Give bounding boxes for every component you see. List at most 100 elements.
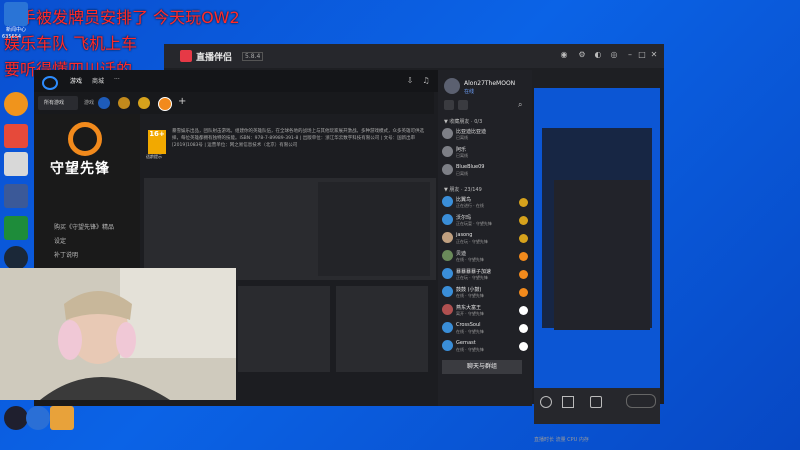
current-user-status[interactable]: 在线 — [464, 88, 474, 95]
nav-more[interactable]: ··· — [114, 76, 120, 83]
avatar — [442, 214, 453, 225]
steam-icon[interactable] — [4, 246, 28, 270]
news-side-placeholder[interactable] — [318, 182, 430, 276]
camera-toggle-icon[interactable] — [590, 396, 602, 408]
tab-games-label[interactable]: 游戏 — [84, 99, 94, 106]
streaming-logo-icon — [180, 50, 192, 62]
mic-icon[interactable]: ◉ — [560, 51, 568, 59]
add-group-icon[interactable] — [458, 100, 468, 110]
speaker-toggle-icon[interactable] — [562, 396, 574, 408]
avatar — [442, 146, 453, 157]
add-friend-icon[interactable] — [444, 100, 454, 110]
avatar — [442, 304, 453, 315]
friend-row[interactable]: CrossSoul 在线 · 守望先锋 — [442, 322, 530, 336]
help-icon[interactable] — [50, 406, 74, 430]
avatar — [442, 250, 453, 261]
streaming-controls — [534, 388, 660, 424]
overwatch-icon — [519, 288, 528, 297]
close-icon[interactable]: ✕ — [650, 51, 658, 59]
desktop-icon-label-1: 新闻中心 — [5, 27, 26, 33]
go-live-button[interactable] — [626, 394, 656, 408]
tab-all-games[interactable]: 所有游戏 — [38, 96, 78, 110]
friend-row[interactable]: 暴暴暴暴子加速 正在玩 · 守望先锋 — [442, 268, 530, 282]
friend-row[interactable]: 比翼鸟 正在进行 · 在线 — [442, 196, 530, 210]
maximize-icon[interactable]: □ — [638, 51, 646, 59]
chat-app-icon[interactable] — [26, 406, 50, 430]
news-card-1[interactable] — [238, 286, 330, 372]
settings-icon[interactable]: ⚙ — [578, 51, 586, 59]
news-card-2[interactable] — [336, 286, 428, 372]
buy-game-link[interactable]: 购买《守望先锋》精品 — [54, 222, 114, 231]
add-tab-icon[interactable]: + — [178, 96, 186, 107]
nav-shop[interactable]: 商城 — [92, 76, 104, 85]
game-icon — [519, 234, 528, 243]
game-tab-icon-3[interactable] — [138, 97, 150, 109]
mic-toggle-icon[interactable] — [540, 396, 552, 408]
streaming-app-version: 5.8.4 — [242, 52, 264, 61]
friend-row[interactable]: 沃尔玛 正在玩耍 · 守望先锋 — [442, 214, 530, 228]
friend-row[interactable]: 阿乐 已离线 — [442, 146, 530, 160]
webcam-person-image — [0, 268, 236, 400]
client-logo-icon[interactable] — [42, 76, 58, 90]
overwatch-icon — [519, 270, 528, 279]
avatar — [442, 196, 453, 207]
overwatch-icon — [519, 306, 528, 315]
tab-all-games-label: 所有游戏 — [44, 100, 65, 106]
skin-icon[interactable]: ◎ — [610, 51, 618, 59]
favorites-section-header[interactable]: ▼ 收藏朋友 · 0/3 — [444, 118, 482, 125]
desktop-icon-4[interactable] — [4, 152, 28, 176]
minimize-icon[interactable]: – — [626, 51, 634, 59]
search-icon[interactable]: ⌕ — [518, 100, 522, 110]
game-tab-icon-2[interactable] — [118, 97, 130, 109]
friend-row[interactable]: 贝迪 在线 · 守望先锋 — [442, 250, 530, 264]
bell-icon[interactable]: ♫ — [422, 77, 430, 85]
nav-games[interactable]: 游戏 — [70, 76, 82, 85]
avatar — [442, 322, 453, 333]
friend-row[interactable]: Gernast 在线 · 守望先锋 — [442, 340, 530, 354]
user-avatar[interactable] — [444, 78, 460, 94]
overlay-title-line-1: 三手被发牌员安排了 今天玩OW2 — [4, 8, 240, 27]
desktop-icon-5[interactable] — [4, 184, 28, 208]
overwatch-tab-icon[interactable] — [158, 97, 172, 111]
desktop-icon-6[interactable] — [4, 216, 28, 240]
game-tabs: 所有游戏 游戏 + — [34, 92, 434, 114]
friends-section-header[interactable]: ▼ 朋友 · 23/149 — [444, 186, 482, 193]
overwatch-icon — [519, 342, 528, 351]
overwatch-logo-icon — [68, 122, 102, 156]
settings-link[interactable]: 设定 — [54, 236, 66, 245]
desktop-icon-2[interactable] — [4, 92, 28, 116]
avatar — [442, 286, 453, 297]
user-icon[interactable]: ◐ — [594, 51, 602, 59]
overlay-title-line-2: 娱乐车队 飞机上车 — [4, 34, 138, 53]
patch-notes-link[interactable]: 补丁说明 — [54, 250, 78, 259]
desktop-icon-3[interactable] — [4, 124, 28, 148]
friend-row[interactable]: 燕东大富王 离开 · 守望先锋 — [442, 304, 530, 318]
current-user-name[interactable]: Alon27TheMOON — [464, 80, 515, 87]
overwatch-icon — [519, 252, 528, 261]
game-tab-icon-1[interactable] — [98, 97, 110, 109]
avatar — [442, 340, 453, 351]
stream-preview[interactable] — [534, 88, 660, 388]
friend-row[interactable]: 鼓鼓 (小鼓) 在线 · 守望先锋 — [442, 286, 530, 300]
avatar — [442, 232, 453, 243]
download-icon[interactable]: ⇩ — [406, 77, 414, 85]
streaming-stats-footer: 直播时长 流量 CPU 内存 — [534, 437, 589, 443]
overwatch-icon — [519, 324, 528, 333]
preview-nested-window-2 — [554, 180, 650, 330]
age-rating-badge: 16+ — [148, 130, 166, 154]
friend-row[interactable]: BlueBlue09 已离线 — [442, 164, 530, 178]
game-icon[interactable] — [4, 406, 28, 430]
desktop-icon-1[interactable] — [4, 2, 28, 26]
desktop-number-badge: 635654 — [2, 34, 22, 40]
age-rating-label: 适龄提示 — [146, 154, 162, 159]
game-icon — [519, 216, 528, 225]
avatar — [442, 164, 453, 175]
friend-row[interactable]: jasong 正在玩 · 守望先锋 — [442, 232, 530, 246]
chat-groups-button[interactable]: 聊天与群组 — [442, 360, 522, 374]
game-description: 暴雪娱乐出品，团队射击游戏。组建你的英雄队伍，在全球各地的战场上与其他玩家展开激… — [172, 129, 424, 148]
streaming-app-name: 直播伴侣 — [196, 53, 233, 63]
friends-panel: Alon27TheMOON 在线 ⌕ ▼ 收藏朋友 · 0/3 ▼ 朋友 · 2… — [438, 70, 532, 406]
webcam-feed — [0, 268, 236, 400]
friend-row[interactable]: 比亚迪比亚迪 已离线 — [442, 128, 530, 142]
avatar — [442, 128, 453, 139]
